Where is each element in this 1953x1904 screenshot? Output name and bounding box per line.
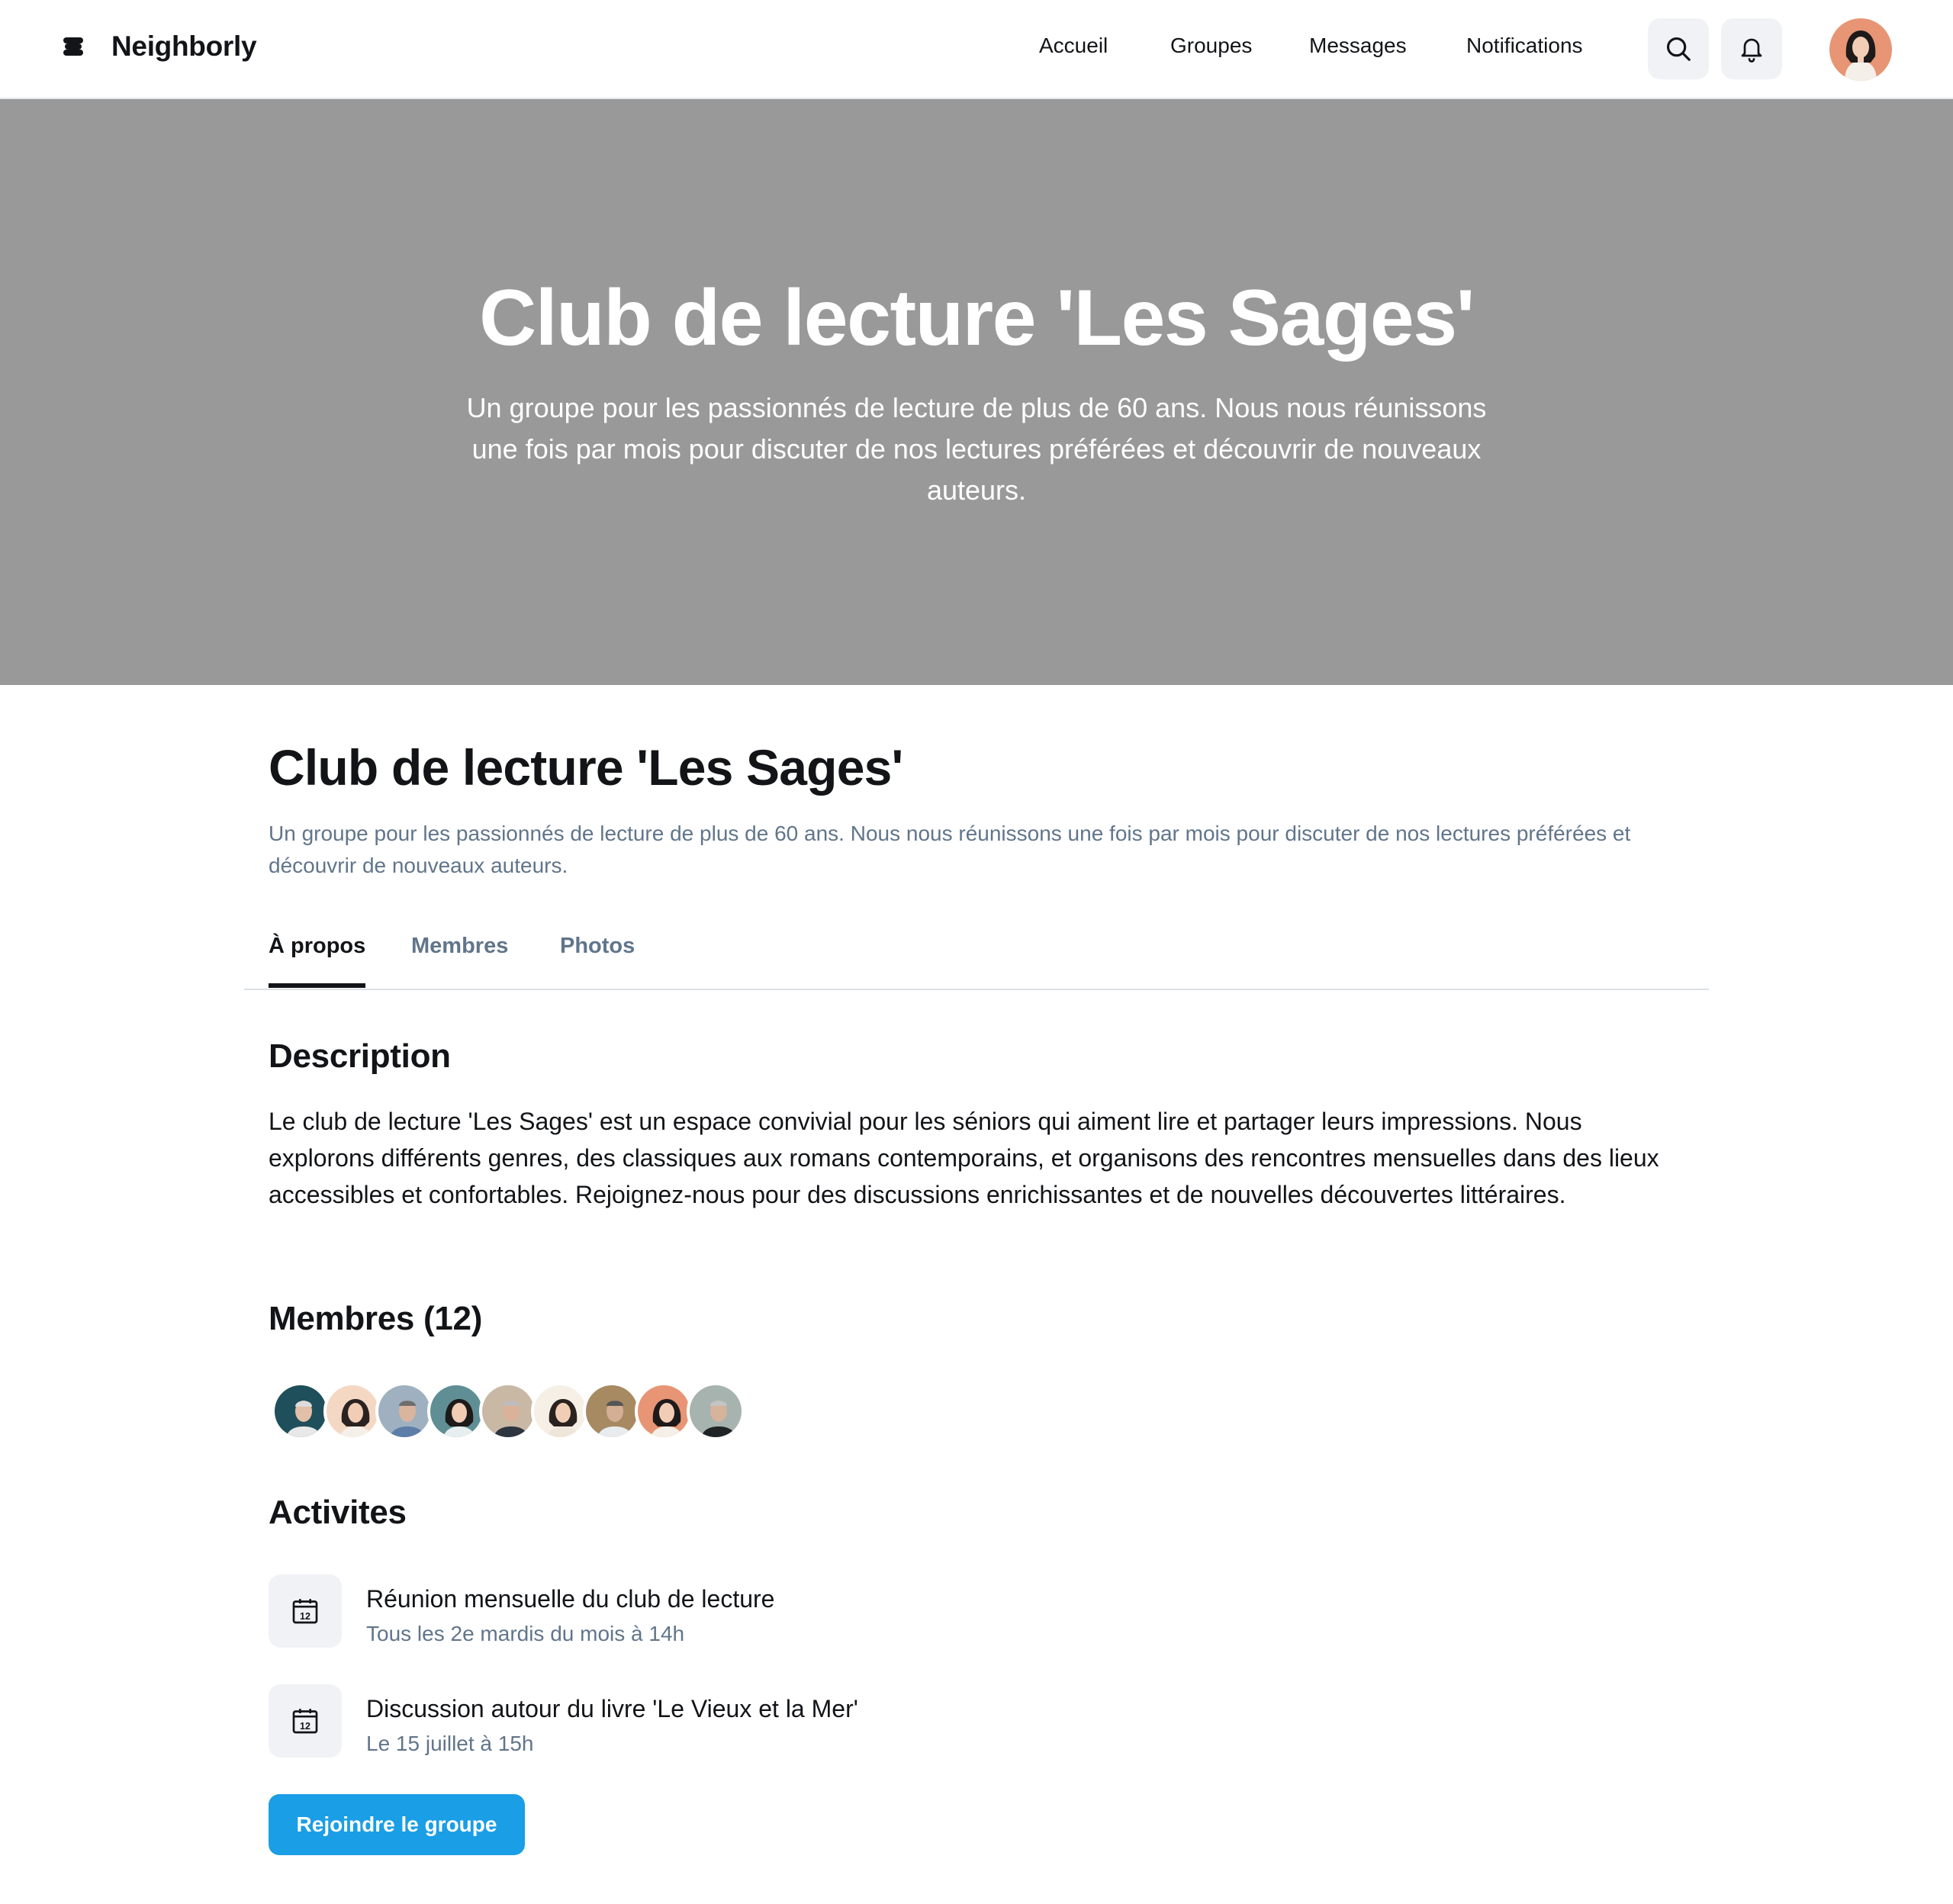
member-avatar[interactable]	[687, 1382, 745, 1440]
group-subtitle: Un groupe pour les passionnés de lecture…	[269, 822, 1631, 877]
member-avatar[interactable]	[272, 1382, 330, 1440]
top-navbar: Neighborly Accueil Groupes Messages Noti…	[0, 0, 1953, 99]
brand-name: Neighborly	[111, 31, 257, 62]
tab-a-propos[interactable]: À propos	[269, 934, 366, 988]
member-avatar[interactable]	[479, 1382, 537, 1440]
nav-link-groupes[interactable]: Groupes	[1170, 34, 1252, 58]
search-button[interactable]	[1648, 18, 1709, 79]
brand[interactable]: Neighborly	[61, 31, 257, 63]
member-avatar[interactable]	[323, 1382, 381, 1440]
nav-link-messages[interactable]: Messages	[1309, 34, 1407, 58]
tab-photos[interactable]: Photos	[560, 934, 635, 983]
description-heading: Description	[269, 1037, 451, 1075]
group-tabs: À propos Membres Photos	[244, 912, 1709, 990]
logo-icon	[63, 37, 83, 56]
user-avatar-image	[1829, 18, 1892, 81]
hero-title: Club de lecture 'Les Sages'	[479, 274, 1475, 362]
member-avatar[interactable]	[375, 1382, 433, 1440]
activity-title: Discussion autour du livre 'Le Vieux et …	[366, 1695, 858, 1722]
activity-time: Le 15 juillet à 15h	[366, 1732, 534, 1755]
notifications-button[interactable]	[1721, 18, 1782, 79]
activity-title: Réunion mensuelle du club de lecture	[366, 1585, 775, 1613]
members-heading: Membres (12)	[269, 1300, 483, 1337]
nav-link-notifications[interactable]: Notifications	[1466, 34, 1583, 58]
tab-membres[interactable]: Membres	[411, 934, 508, 983]
member-avatar[interactable]	[531, 1382, 589, 1440]
activity-time: Tous les 2e mardis du mois à 14h	[366, 1622, 685, 1645]
search-icon	[1666, 37, 1691, 61]
nav-link-accueil[interactable]: Accueil	[1039, 34, 1108, 58]
description-text: Le club de lecture 'Les Sages' est un es…	[269, 1108, 1659, 1208]
member-avatar[interactable]	[427, 1382, 485, 1440]
join-group-button[interactable]: Rejoindre le groupe	[269, 1794, 525, 1855]
calendar-icon: 12	[269, 1574, 342, 1648]
bell-icon	[1741, 38, 1762, 63]
hero-banner: Club de lecture 'Les Sages' Un groupe po…	[0, 99, 1953, 685]
activities-heading: Activites	[269, 1494, 407, 1531]
group-title: Club de lecture 'Les Sages'	[269, 739, 903, 796]
calendar-icon: 12	[269, 1684, 342, 1758]
user-avatar[interactable]	[1829, 18, 1892, 81]
hero-subtitle: Un groupe pour les passionnés de lecture…	[466, 392, 1487, 506]
member-avatar[interactable]	[583, 1382, 641, 1440]
svg-text:12: 12	[300, 1611, 310, 1622]
member-avatar[interactable]	[635, 1382, 693, 1440]
svg-text:12: 12	[300, 1721, 310, 1732]
